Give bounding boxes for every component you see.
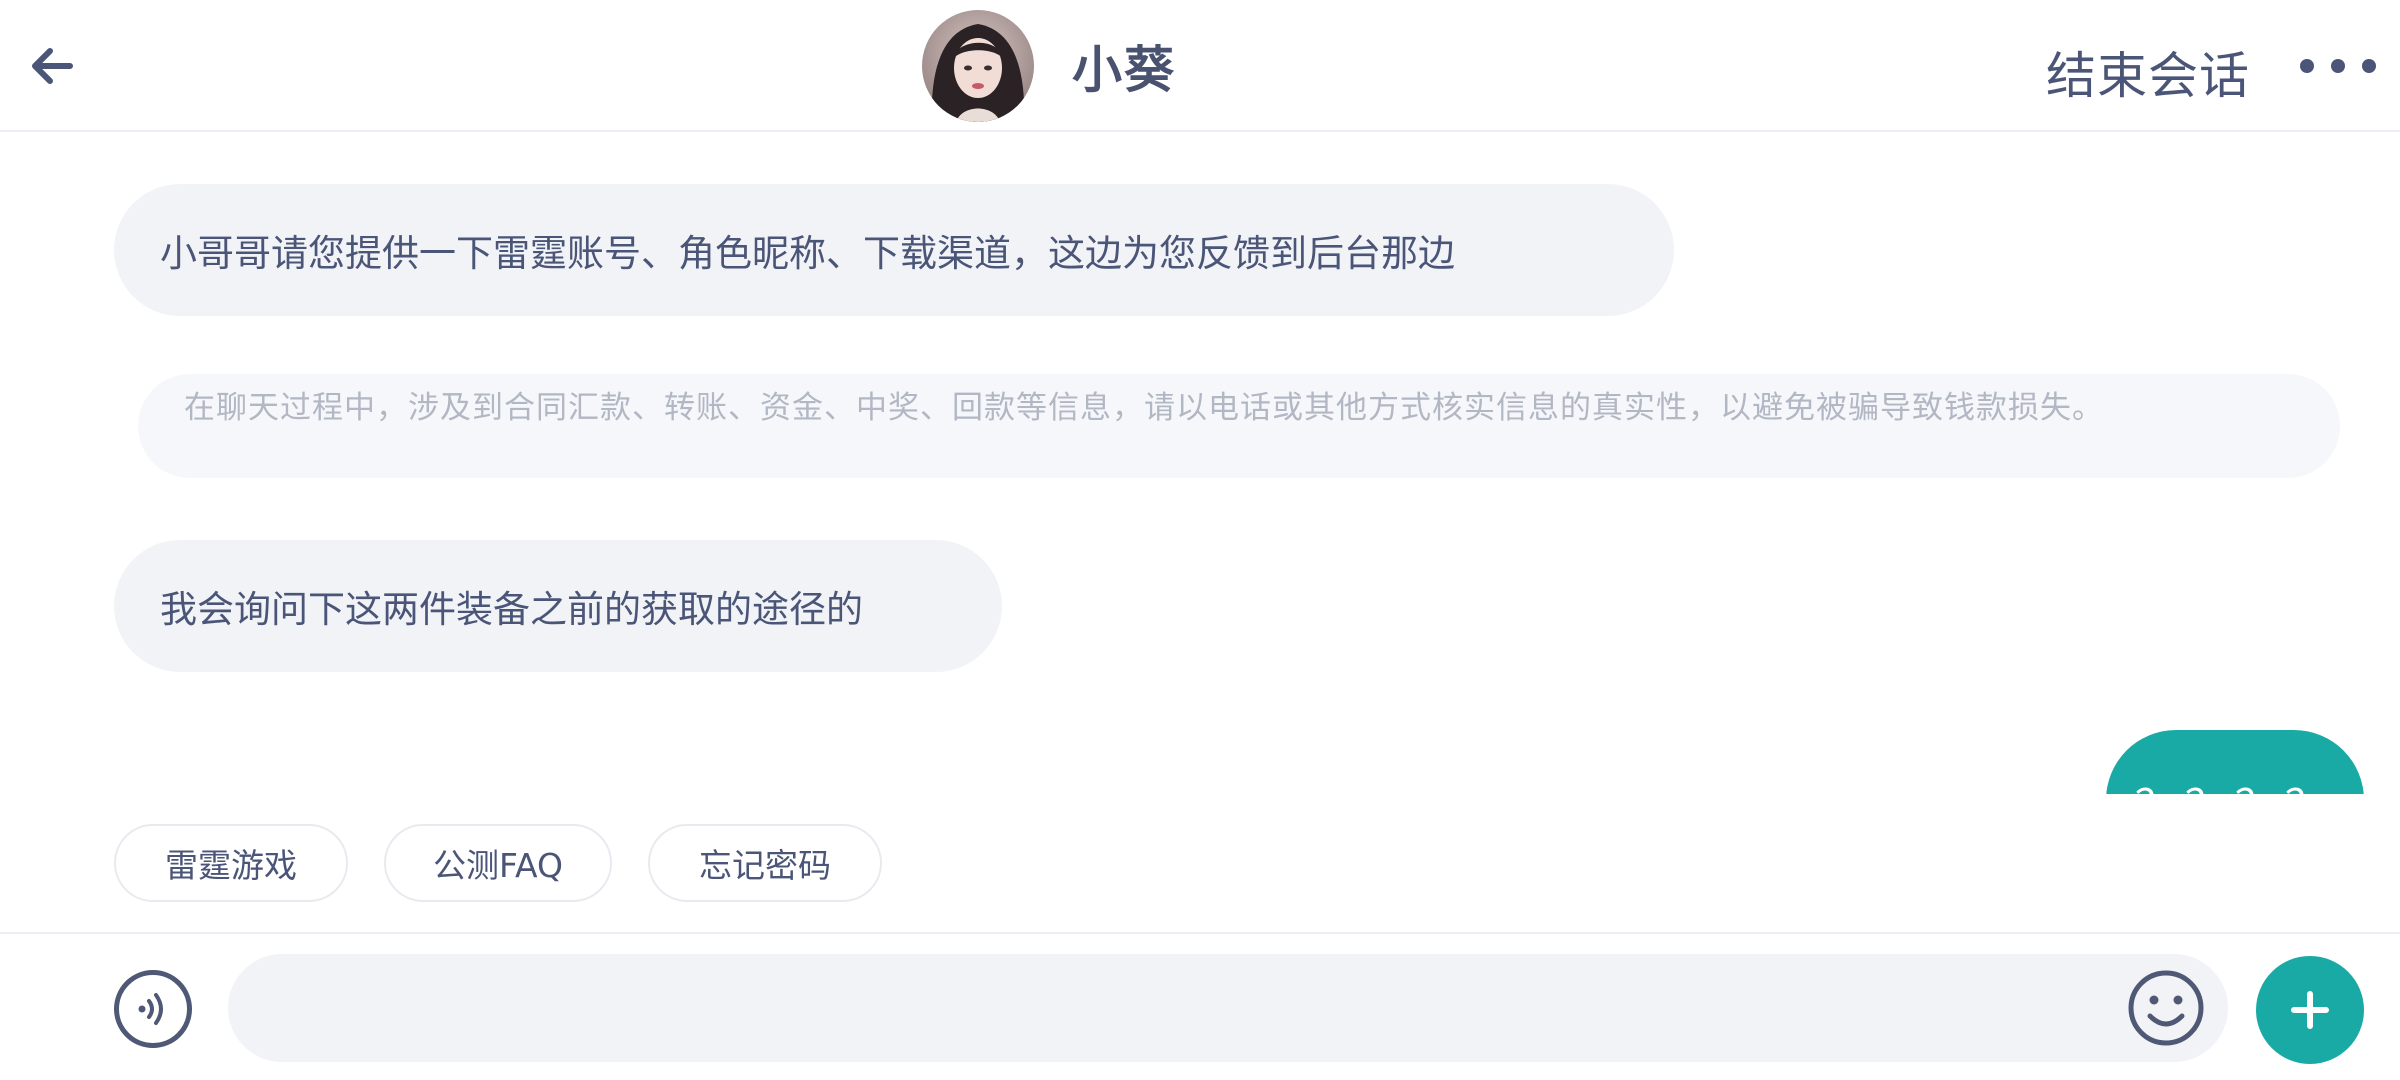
quick-reply-chip[interactable]: 雷霆游戏 (114, 824, 348, 902)
message-bubble-agent: 小哥哥请您提供一下雷霆账号、角色昵称、下载渠道，这边为您反馈到后台那边 (114, 184, 1674, 316)
input-bar (0, 932, 2400, 1080)
back-button[interactable] (20, 34, 84, 98)
message-bubble-user: ？？？？ (2106, 730, 2364, 794)
voice-icon (138, 993, 163, 1025)
message-list[interactable]: 小哥哥请您提供一下雷霆账号、角色昵称、下载渠道，这边为您反馈到后台那边 在聊天过… (0, 134, 2400, 794)
message-input[interactable] (228, 954, 2228, 1062)
voice-button[interactable] (114, 970, 192, 1048)
plus-button[interactable] (2256, 956, 2364, 1064)
system-notice: 在聊天过程中，涉及到合同汇款、转账、资金、中奖、回款等信息，请以电话或其他方式核… (138, 374, 2340, 478)
chat-header: 小葵 结束会话 (0, 0, 2400, 132)
quick-reply-chip[interactable]: 公测FAQ (384, 824, 612, 902)
emoji-button[interactable] (2126, 968, 2206, 1048)
agent-name: 小葵 (1072, 41, 1176, 99)
end-session-button[interactable]: 结束会话 (2046, 36, 2250, 108)
arrow-left-icon (32, 48, 73, 84)
quick-replies: 雷霆游戏 公测FAQ 忘记密码 (114, 824, 918, 902)
avatar[interactable] (922, 10, 1034, 122)
more-button[interactable] (2300, 44, 2376, 88)
emoji-icon (2128, 970, 2204, 1046)
more-horizontal-icon (2300, 59, 2314, 73)
plus-icon (2291, 991, 2329, 1029)
chat-title: 小葵 (922, 10, 1176, 122)
quick-reply-chip[interactable]: 忘记密码 (648, 824, 882, 902)
message-bubble-agent: 我会询问下这两件装备之前的获取的途径的 (114, 540, 1002, 672)
